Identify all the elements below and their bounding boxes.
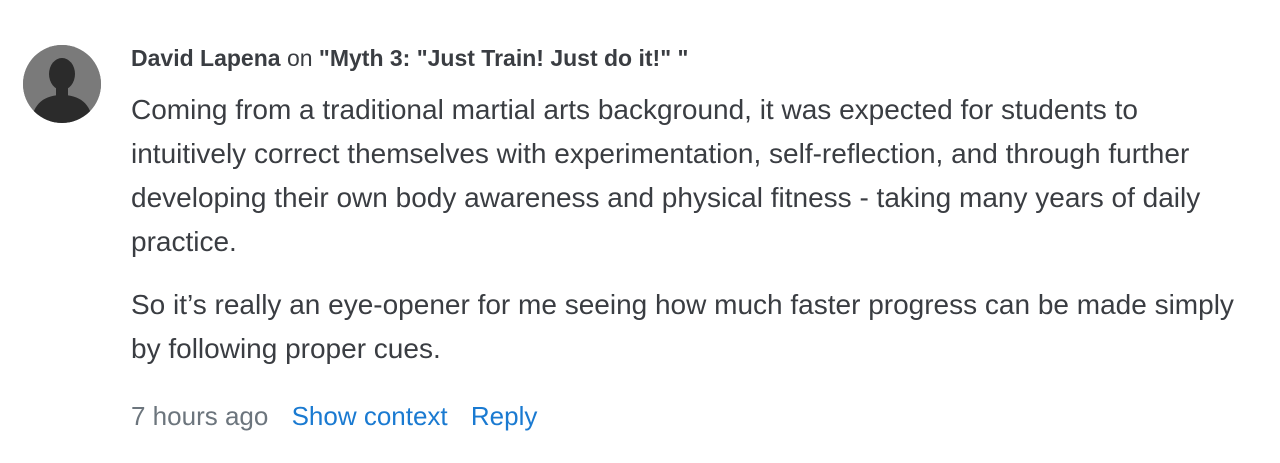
comment-paragraph: Coming from a traditional martial arts b… xyxy=(131,94,1201,257)
on-label: on xyxy=(286,45,313,71)
reply-link[interactable]: Reply xyxy=(471,401,537,431)
author-name[interactable]: David Lapena xyxy=(131,45,281,71)
comment-footer: 7 hours ago Show context Reply xyxy=(131,398,1251,434)
post-title-link[interactable]: "Myth 3: "Just Train! Just do it!" " xyxy=(319,45,688,71)
comment-text: Coming from a traditional martial arts b… xyxy=(131,88,1251,371)
post-title-text: Myth 3: "Just Train! Just do it!" xyxy=(329,45,672,71)
avatar[interactable] xyxy=(23,45,101,123)
comment-item: David Lapena on "Myth 3: "Just Train! Ju… xyxy=(0,0,1280,463)
comment-paragraph: So it’s really an eye-opener for me seei… xyxy=(131,289,1234,364)
title-close-quote: " xyxy=(671,45,689,71)
comment-timestamp: 7 hours ago xyxy=(131,401,269,431)
comment-body: David Lapena on "Myth 3: "Just Train! Ju… xyxy=(131,41,1251,434)
user-silhouette-icon xyxy=(23,45,101,123)
show-context-link[interactable]: Show context xyxy=(292,401,448,431)
title-open-quote: " xyxy=(318,45,330,71)
comment-header: David Lapena on "Myth 3: "Just Train! Ju… xyxy=(131,41,1251,75)
